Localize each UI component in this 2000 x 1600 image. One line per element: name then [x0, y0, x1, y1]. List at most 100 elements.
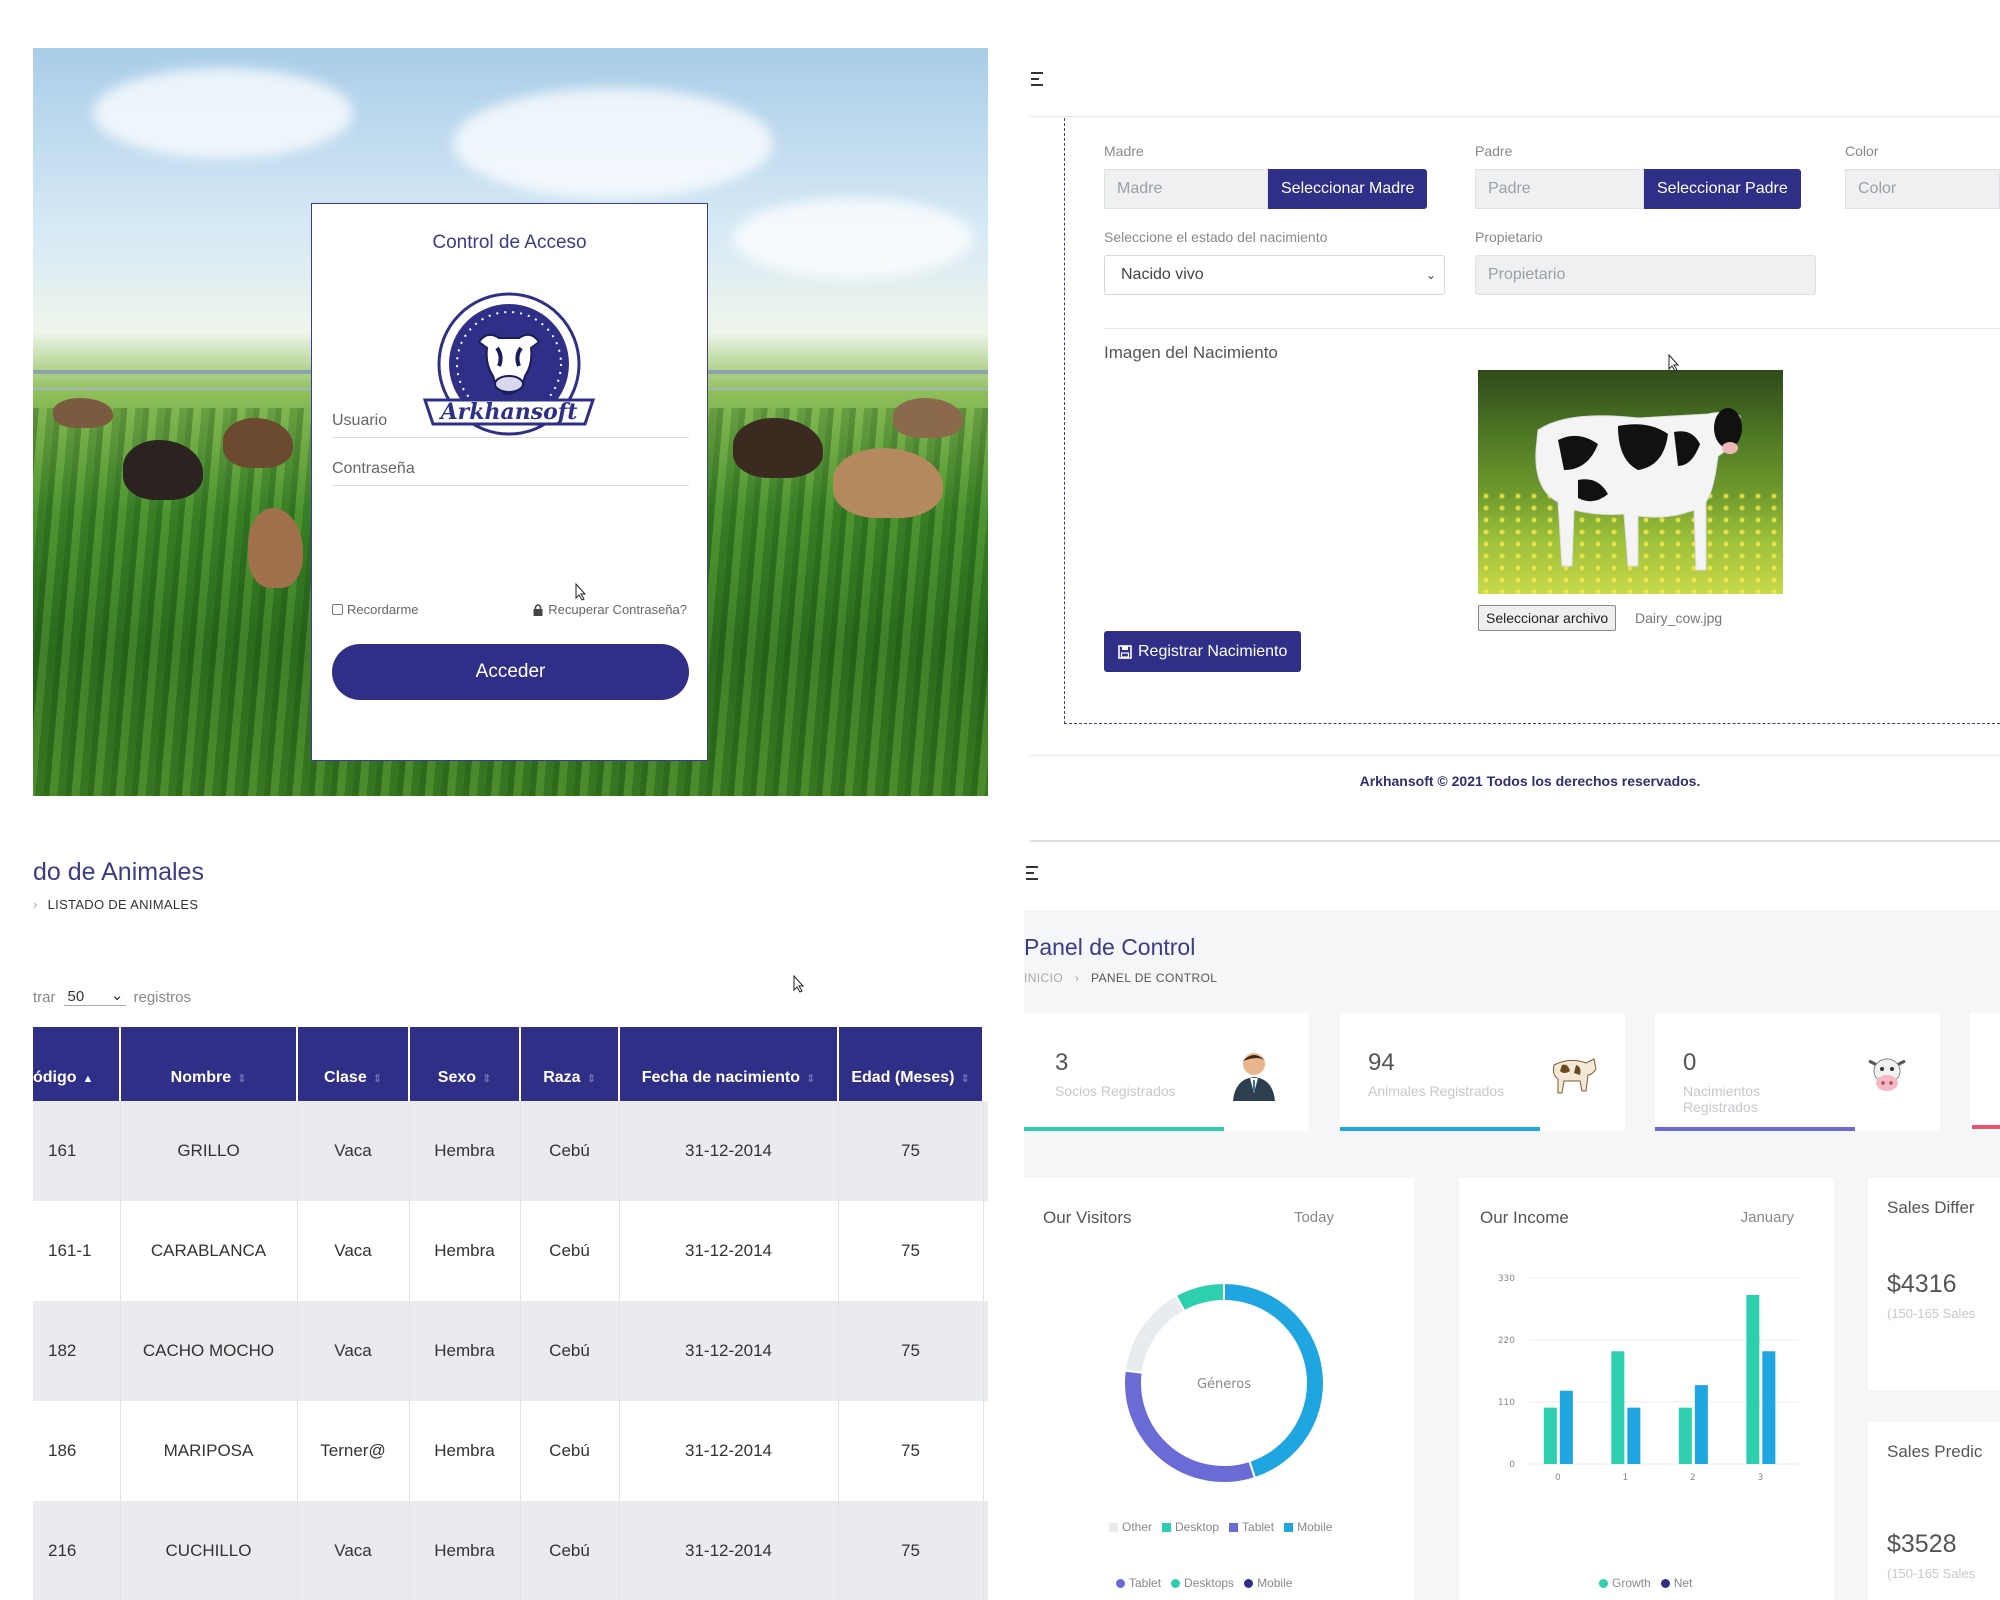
legend-item[interactable]: Mobile: [1244, 1576, 1292, 1590]
sort-asc-icon: ▲: [82, 1073, 94, 1085]
table-cell: MARIPOSA: [120, 1401, 298, 1501]
period-select[interactable]: Today: [1294, 1209, 1334, 1226]
x-tick-label: 3: [1757, 1473, 1763, 1483]
table-cell: 31-12-2014: [619, 1101, 839, 1201]
recover-password-link[interactable]: Recuperar Contraseña?: [533, 602, 687, 617]
estado-select[interactable]: Nacido vivo ⌄: [1104, 255, 1445, 295]
choose-file-button[interactable]: Seleccionar archivo: [1478, 605, 1617, 631]
table-row[interactable]: 182 CACHO MOCHO Vaca Hembra Cebú 31-12-2014 75: [33, 1301, 988, 1401]
table-cell: Hembra: [409, 1101, 521, 1201]
chevron-down-icon: ⌄: [1425, 268, 1436, 282]
page-title: do de Animales: [33, 858, 204, 886]
register-birth-label: Registrar Nacimiento: [1138, 643, 1288, 660]
breadcrumb: INICIO › PANEL DE CONTROL: [1024, 971, 1217, 985]
table-cell: Cebú: [520, 1501, 620, 1600]
legend-item[interactable]: Tablet: [1116, 1576, 1161, 1590]
recover-label[interactable]: Recuperar Contraseña?: [548, 602, 687, 617]
padre-input[interactable]: Padre: [1475, 169, 1644, 209]
legend-item[interactable]: Mobile: [1284, 1520, 1332, 1534]
legend-label: Desktops: [1184, 1576, 1235, 1590]
madre-label: Madre: [1104, 143, 1144, 159]
chevron-down-icon: ⌄: [110, 987, 124, 1004]
legend-label: Net: [1673, 1576, 1693, 1590]
sort-icon: ⇕: [806, 1073, 816, 1085]
propietario-label: Propietario: [1475, 229, 1543, 245]
hamburger-menu-icon[interactable]: [1031, 72, 1043, 86]
table-cell: Cebú: [520, 1301, 620, 1401]
table-row[interactable]: 161 GRILLO Vaca Hembra Cebú 31-12-2014 75: [33, 1101, 988, 1201]
sort-icon: ⇕: [586, 1073, 596, 1085]
cow-shape: [893, 398, 963, 438]
donut-slice-desktop: [1174, 1281, 1225, 1313]
legend-item[interactable]: Growth: [1599, 1576, 1651, 1590]
divider: [1030, 755, 2000, 756]
login-title: Control de Acceso: [432, 232, 587, 253]
period-select[interactable]: January: [1741, 1209, 1794, 1226]
visitors-legend-secondary: Tablet Desktops Mobile: [1116, 1576, 1292, 1590]
stat-card-animales: 94 Animales Registrados: [1340, 1013, 1625, 1131]
legend-swatch: [1599, 1579, 1608, 1588]
table-cell: CACHO MOCHO: [120, 1301, 298, 1401]
column-header-codigo[interactable]: ódigo ▲: [33, 1027, 121, 1101]
column-header-spacer: [983, 1027, 988, 1101]
legend-label: Tablet: [1242, 1520, 1275, 1534]
bar-growth: [1678, 1407, 1692, 1464]
select-padre-button[interactable]: Seleccionar Padre: [1644, 169, 1801, 209]
register-birth-button[interactable]: Registrar Nacimiento: [1104, 631, 1302, 672]
legend-swatch: [1109, 1523, 1118, 1532]
username-input[interactable]: Usuario: [332, 402, 689, 438]
legend-item[interactable]: Tablet: [1229, 1520, 1274, 1534]
table-cell: 31-12-2014: [619, 1501, 839, 1600]
divider: [1030, 840, 2000, 842]
cloud: [733, 198, 973, 278]
table-cell: CUCHILLO: [120, 1501, 298, 1600]
cloud: [93, 68, 353, 158]
lock-icon: [533, 603, 543, 616]
madre-input[interactable]: Madre: [1104, 169, 1268, 209]
checkbox-icon[interactable]: [332, 604, 343, 615]
sales-difference-widget: Sales Differ $4316 (150-165 Sales: [1868, 1178, 2000, 1390]
column-header-clase[interactable]: Clase ⇕: [297, 1027, 410, 1101]
legend-swatch: [1660, 1579, 1670, 1588]
propietario-input[interactable]: Propietario: [1475, 255, 1816, 295]
legend-swatch: [1116, 1579, 1125, 1588]
legend-item[interactable]: Net: [1660, 1576, 1693, 1590]
page-length-value: 50: [67, 988, 85, 1005]
legend-item[interactable]: Desktop: [1162, 1520, 1219, 1534]
legend-swatch: [1244, 1579, 1254, 1588]
password-input[interactable]: Contraseña: [332, 450, 689, 486]
color-label: Color: [1845, 143, 1879, 159]
sales-sub: (150-165 Sales: [1887, 1566, 1976, 1581]
sort-icon: ⇕: [237, 1073, 247, 1085]
table-cell: GRILLO: [120, 1101, 298, 1201]
column-header-raza[interactable]: Raza ⇕: [520, 1027, 620, 1101]
animals-table: ódigo ▲ Nombre ⇕ Clase ⇕ Sexo ⇕ Raza ⇕ Fecha …: [33, 1027, 988, 1600]
breadcrumb-home[interactable]: INICIO: [1024, 971, 1063, 985]
stat-progress-bar: [1972, 1125, 2000, 1129]
table-row[interactable]: 216 CUCHILLO Vaca Hembra Cebú 31-12-2014 75: [33, 1501, 988, 1600]
table-cell: 75: [838, 1101, 984, 1201]
widget-title: Our Visitors: [1043, 1208, 1132, 1227]
login-button[interactable]: Acceder: [332, 644, 689, 700]
cow-image: [1535, 408, 1742, 571]
stat-value: 94: [1368, 1049, 1395, 1076]
income-widget: Our Income January 0 110 220 330 0 1 2 3 Growth…: [1459, 1178, 1834, 1600]
column-header-sexo[interactable]: Sexo ⇕: [409, 1027, 521, 1101]
legend-label: Growth: [1612, 1576, 1651, 1590]
column-header-nombre[interactable]: Nombre ⇕: [120, 1027, 298, 1101]
table-cell: 161-1: [33, 1201, 121, 1301]
legend-item[interactable]: Other: [1109, 1520, 1152, 1534]
select-madre-button[interactable]: Seleccionar Madre: [1268, 169, 1428, 209]
mouse-cursor-icon: [575, 583, 587, 601]
color-input[interactable]: Color: [1845, 169, 2000, 209]
table-row[interactable]: 161-1 CARABLANCA Vaca Hembra Cebú 31-12-2014 7…: [33, 1201, 988, 1301]
page-length-select[interactable]: 50 ⌄: [63, 987, 126, 1006]
column-header-fecha[interactable]: Fecha de nacimiento ⇕: [619, 1027, 839, 1101]
table-cell: 31-12-2014: [619, 1401, 839, 1501]
legend-item[interactable]: Desktops: [1171, 1576, 1234, 1590]
column-header-edad[interactable]: Edad (Meses) ⇕: [838, 1027, 984, 1101]
table-row[interactable]: 186 MARIPOSA Terner@ Hembra Cebú 31-12-2014 75: [33, 1401, 988, 1501]
hamburger-menu-icon[interactable]: [1026, 866, 1038, 880]
table-cell: Hembra: [409, 1301, 521, 1401]
remember-checkbox[interactable]: Recordarme: [332, 602, 419, 617]
